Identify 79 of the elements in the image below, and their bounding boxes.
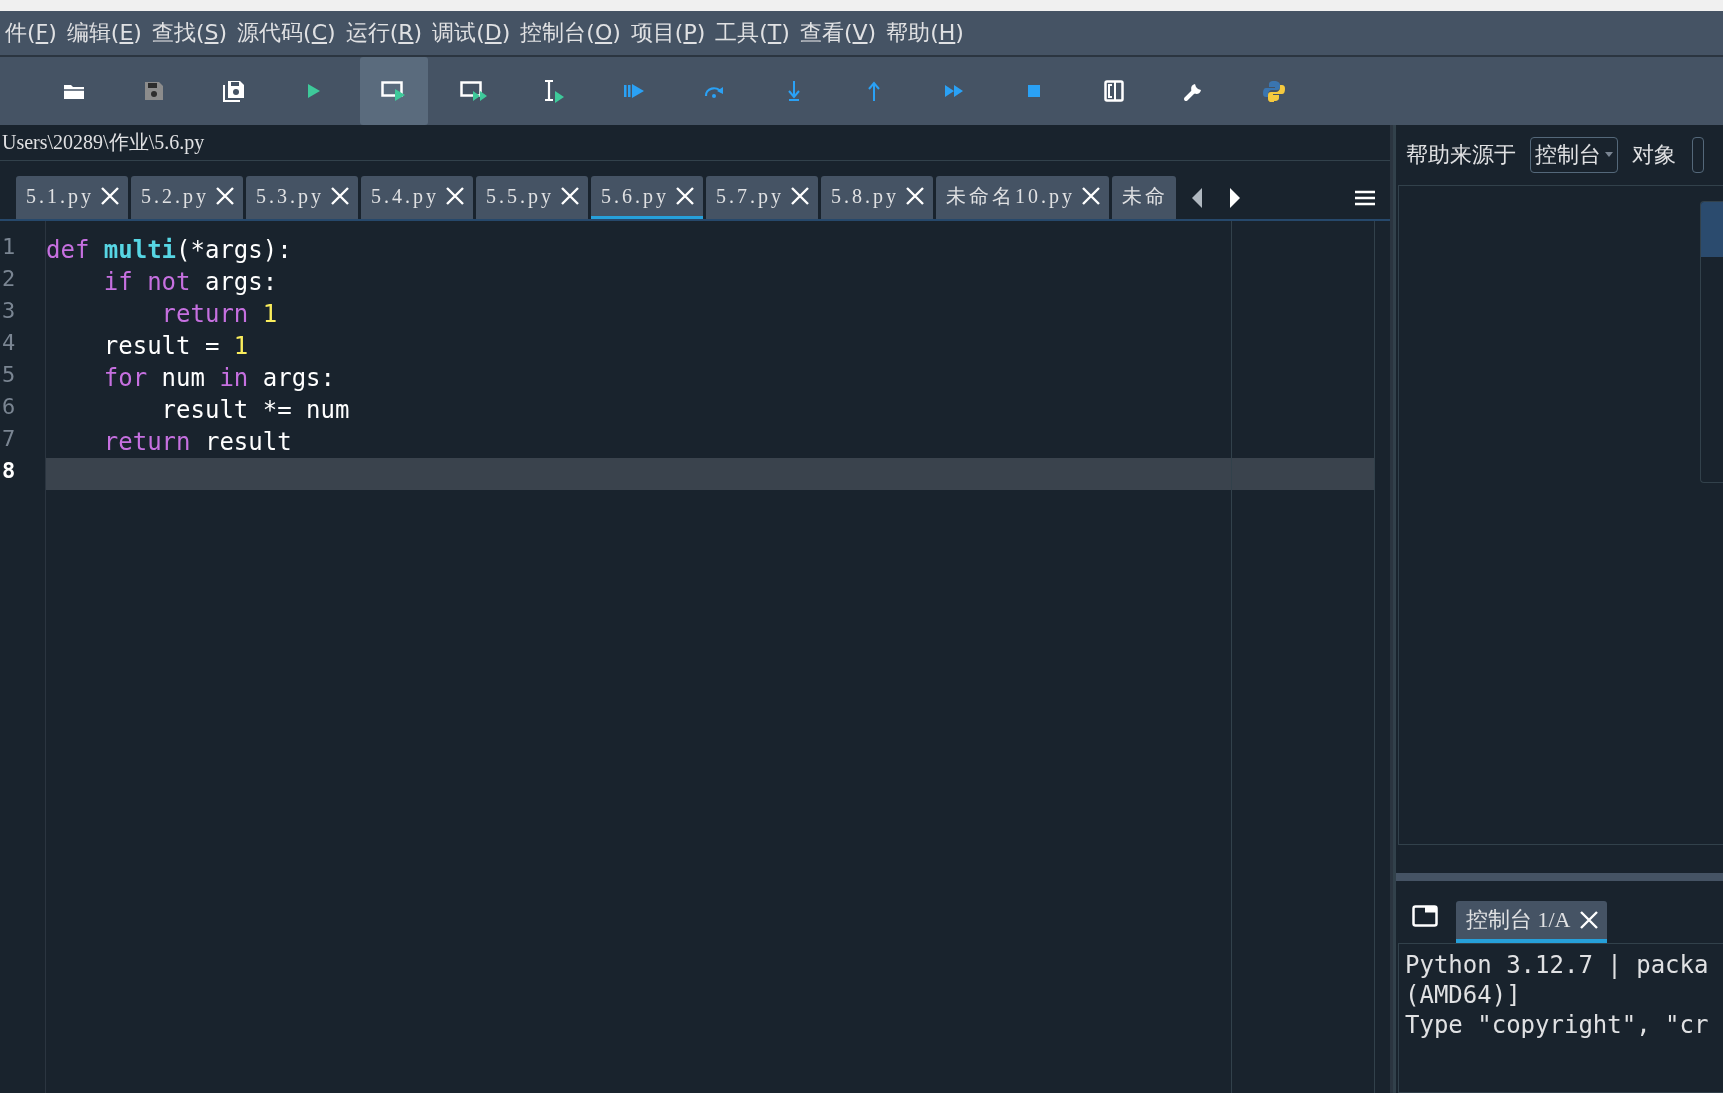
- file-tab[interactable]: 5.5.py: [476, 176, 588, 219]
- menu-item[interactable]: 源代码(C): [232, 18, 341, 48]
- save-all-icon: [223, 80, 245, 102]
- run-selection-icon: [542, 79, 566, 103]
- line-number: 5: [1, 362, 17, 389]
- close-icon: [100, 186, 120, 206]
- menu-item[interactable]: 调试(D): [427, 18, 516, 48]
- file-tab[interactable]: 5.8.py: [821, 176, 933, 219]
- step-return-icon: [867, 80, 881, 102]
- object-field[interactable]: [1692, 137, 1704, 173]
- scroll-right-button[interactable]: [1229, 186, 1241, 209]
- left-triangle-icon: [1191, 186, 1203, 209]
- menu-item[interactable]: 帮助(H): [881, 18, 969, 48]
- file-tab[interactable]: 5.2.py: [131, 176, 243, 219]
- file-tab[interactable]: 5.4.py: [361, 176, 473, 219]
- console-output-line: Python 3.12.7 | packa: [1405, 950, 1709, 980]
- line-number: 6: [1, 394, 17, 421]
- menu-item[interactable]: 控制台(O): [515, 18, 626, 48]
- line-number: 1: [1, 234, 17, 261]
- run-icon: [307, 83, 321, 99]
- toolbar-button[interactable]: [360, 57, 428, 125]
- dropdown-caret-icon: [1605, 152, 1613, 158]
- menu-item[interactable]: 查看(V): [794, 18, 882, 48]
- menu-icon: [1354, 189, 1376, 206]
- file-tab[interactable]: 未命名10.py: [936, 176, 1109, 219]
- step-over-icon: [703, 84, 725, 98]
- close-icon: [445, 186, 465, 206]
- close-icon: [330, 186, 350, 206]
- close-icon: [790, 186, 810, 206]
- line-number: 8: [1, 458, 17, 485]
- menu-item[interactable]: 项目(P): [625, 18, 711, 48]
- code-line: if not args:: [102, 267, 278, 298]
- line-number: 4: [1, 330, 17, 357]
- object-label: 对象: [1632, 141, 1676, 169]
- menu-item[interactable]: 件(F): [0, 18, 62, 48]
- code-line: result *= num: [160, 395, 350, 426]
- close-icon: [215, 186, 235, 206]
- menu-item[interactable]: 运行(R): [340, 18, 428, 48]
- menu-item[interactable]: 工具(T): [710, 18, 795, 48]
- line-number: 7: [1, 426, 17, 453]
- menu-item[interactable]: 编辑(E): [61, 18, 147, 48]
- close-icon: [1081, 186, 1101, 206]
- run-cell-advance-icon: [460, 80, 488, 102]
- source-dropdown[interactable]: 控制台: [1530, 137, 1618, 173]
- continue-icon: [944, 84, 964, 98]
- close-icon: [905, 186, 925, 206]
- code-line: return result: [102, 427, 292, 458]
- run-cell-icon: [381, 80, 407, 102]
- file-tab[interactable]: 5.3.py: [246, 176, 358, 219]
- file-tab[interactable]: 未命: [1112, 176, 1176, 219]
- folder-icon: [63, 82, 85, 100]
- console-output-line: (AMD64)]: [1405, 980, 1521, 1010]
- close-icon: [560, 186, 580, 206]
- file-tab[interactable]: 5.7.py: [706, 176, 818, 219]
- stop-icon: [1027, 84, 1041, 98]
- line-number: 2: [1, 266, 17, 293]
- scroll-left-button[interactable]: [1191, 186, 1203, 209]
- line-number: 3: [1, 298, 17, 325]
- right-triangle-icon: [1229, 186, 1241, 209]
- step-into-icon: [787, 80, 801, 102]
- window-button[interactable]: [1412, 905, 1438, 927]
- file-tab[interactable]: 5.1.py: [16, 176, 128, 219]
- maximize-icon: [1104, 80, 1124, 102]
- file-path: Users\20289\作业\5.6.py: [2, 130, 205, 156]
- close-icon: [675, 186, 695, 206]
- menu-item[interactable]: 查找(S): [146, 18, 233, 48]
- code-line: result = 1: [102, 331, 249, 362]
- close-icon: [1578, 910, 1599, 930]
- console-output-line: Type "copyright", "cr: [1405, 1010, 1709, 1040]
- code-line: for num in args:: [102, 363, 335, 394]
- code-line: return 1: [160, 299, 278, 330]
- debug-icon: [623, 83, 645, 99]
- console-tab[interactable]: 控制台 1/A: [1456, 901, 1607, 943]
- code-line: def multi(*args):: [46, 235, 292, 266]
- python-icon: [1263, 80, 1285, 102]
- help-source-label: 帮助来源于: [1406, 141, 1516, 169]
- window-icon: [1412, 905, 1438, 927]
- save-icon: [144, 81, 164, 101]
- file-tab[interactable]: 5.6.py: [591, 176, 703, 219]
